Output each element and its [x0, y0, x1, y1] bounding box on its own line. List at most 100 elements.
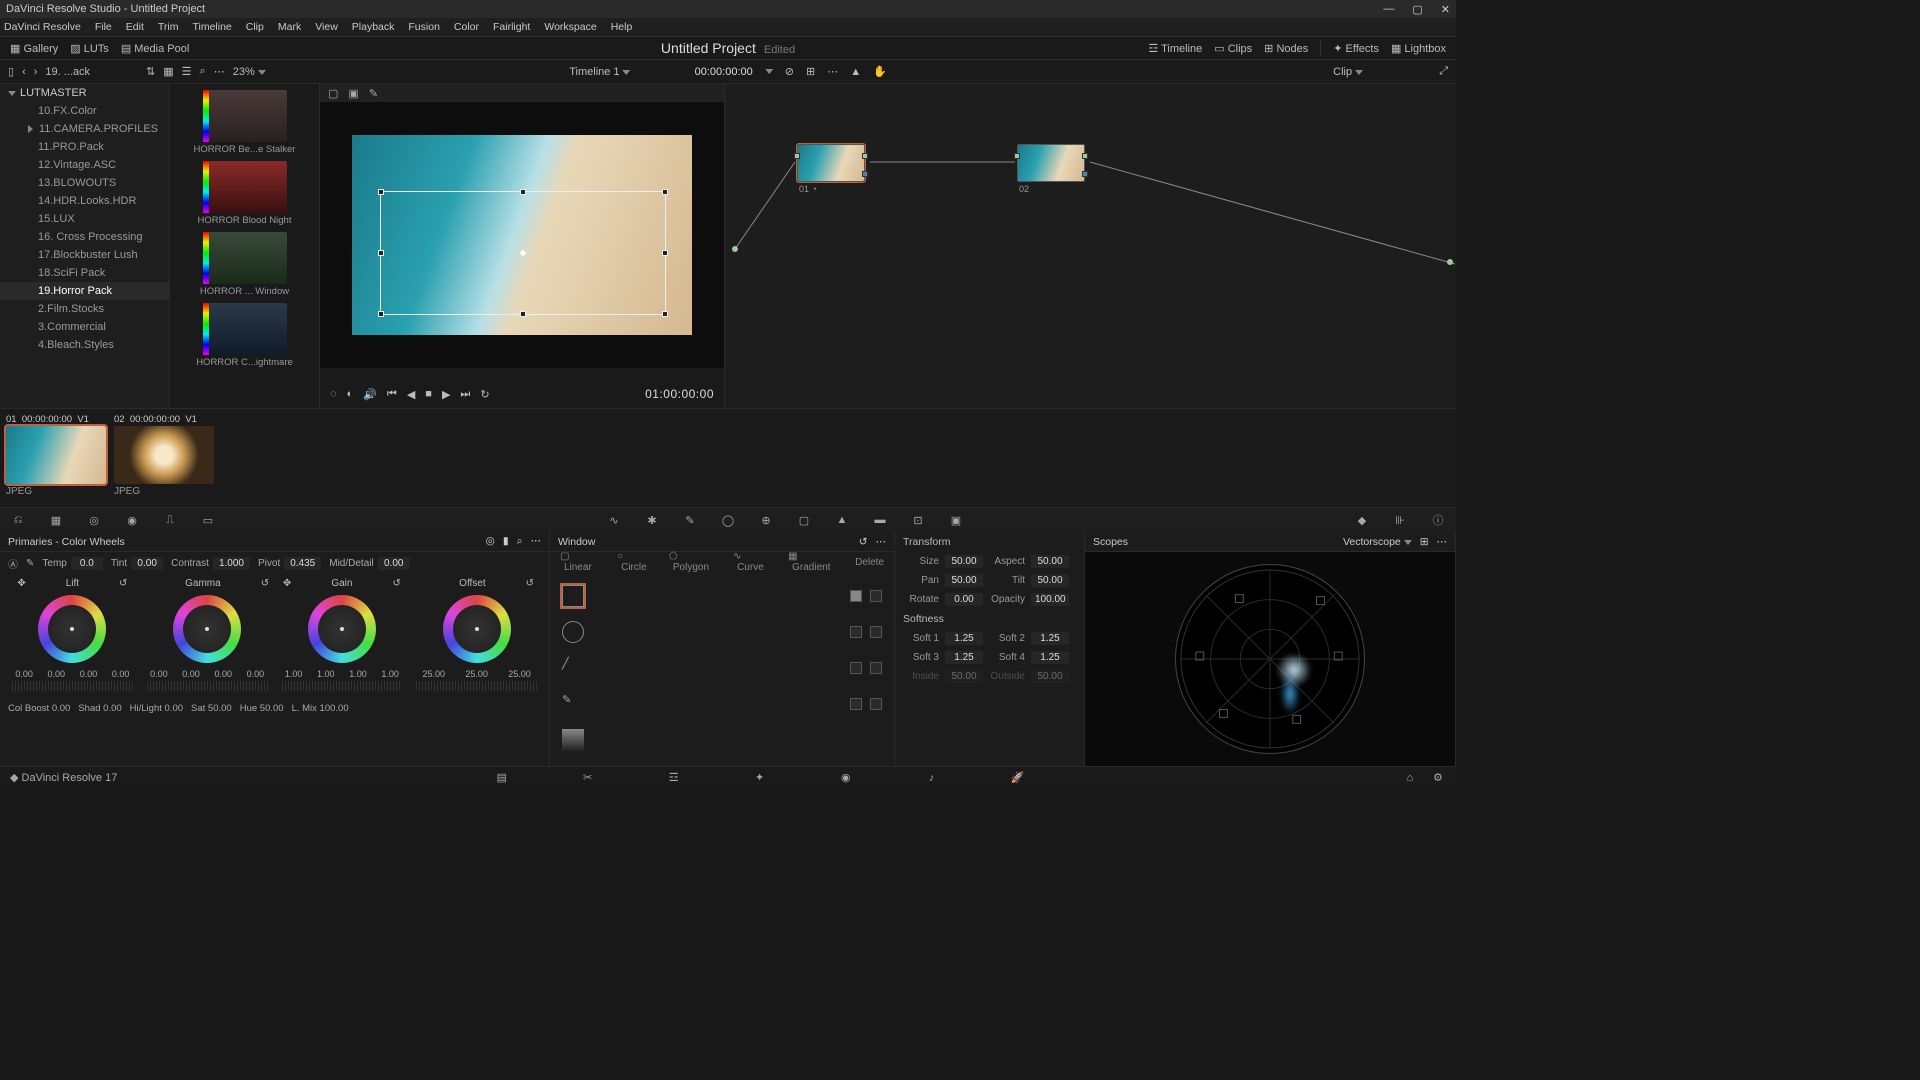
menu-item[interactable]: Color	[454, 21, 479, 33]
lut-folder[interactable]: 11.PRO.Pack	[0, 138, 169, 156]
soft3-field[interactable]: 1.25	[945, 651, 983, 664]
window-icon[interactable]: ◯	[720, 512, 736, 528]
window-row-circle[interactable]	[556, 614, 888, 650]
color-node[interactable]: 01 ◔	[797, 144, 865, 194]
mediapool-toggle[interactable]: ▤ Media Pool	[121, 42, 190, 55]
clip-thumbnail[interactable]: 02 00:00:00:00 V1 JPEG	[114, 413, 214, 503]
contrast-field[interactable]: 1.000	[213, 557, 250, 570]
aspect-field[interactable]: 50.00	[1031, 555, 1069, 568]
curves-icon[interactable]: ∿	[606, 512, 622, 528]
overlay2-icon[interactable]: ▣	[348, 87, 358, 100]
media-page-icon[interactable]: ▤	[494, 770, 510, 786]
camera-raw-icon[interactable]: ⎌	[10, 512, 26, 528]
middetail-field[interactable]: 0.00	[378, 557, 410, 570]
list-view-icon[interactable]: ☰	[182, 65, 192, 78]
scope-mode-selector[interactable]: Vectorscope	[1343, 536, 1412, 548]
offset-wheel[interactable]: Offset↺ 25.0025.0025.00	[412, 578, 541, 693]
prev-clip-icon[interactable]: ⏮	[387, 388, 397, 401]
unmute-icon[interactable]: ◐	[347, 388, 354, 400]
lut-folder[interactable]: 4.Bleach.Styles	[0, 336, 169, 354]
tab-delete[interactable]: Delete	[851, 555, 888, 570]
nav-fwd-icon[interactable]: ›	[34, 66, 38, 78]
reset-icon[interactable]: ↺	[859, 536, 868, 548]
lightbox-toggle[interactable]: ▦ Lightbox	[1391, 42, 1446, 55]
window-row-pen[interactable]: ✎	[556, 686, 888, 722]
lut-folder[interactable]: 12.Vintage.ASC	[0, 156, 169, 174]
more-icon[interactable]: ⋯	[214, 65, 225, 78]
colboost-field[interactable]: 0.00	[52, 703, 71, 714]
window-row-linear[interactable]	[556, 578, 888, 614]
more-viewer-icon[interactable]: ⋯	[827, 65, 838, 78]
lut-thumb[interactable]: HORROR ... Window	[176, 232, 313, 297]
lut-folder[interactable]: 13.BLOWOUTS	[0, 174, 169, 192]
fusion-page-icon[interactable]: ✦	[752, 770, 768, 786]
lut-folder[interactable]: 18.SciFi Pack	[0, 264, 169, 282]
motion-effects-icon[interactable]: ▭	[200, 512, 216, 528]
color-node[interactable]: 02	[1017, 144, 1085, 194]
lut-root[interactable]: LUTMASTER	[0, 84, 169, 102]
home-icon[interactable]: ⌂	[1402, 770, 1418, 786]
menu-item[interactable]: Fairlight	[493, 21, 530, 33]
keyframe-icon[interactable]: ◆	[1354, 512, 1370, 528]
power-window-mask[interactable]	[380, 191, 666, 315]
play-icon[interactable]: ▶	[442, 388, 450, 401]
tilt-field[interactable]: 50.00	[1031, 574, 1069, 587]
color-page-icon[interactable]: ◉	[838, 770, 854, 786]
fit-icon[interactable]: ⊞	[806, 65, 815, 78]
breadcrumb[interactable]: 19. ...ack	[45, 66, 90, 78]
stop-icon[interactable]: ■	[425, 388, 432, 400]
loop-icon[interactable]: ↻	[480, 388, 489, 401]
volume-icon[interactable]: 🔊	[363, 388, 377, 401]
timecode-in[interactable]: 00:00:00:00	[695, 66, 753, 78]
wheels-mode-icon[interactable]: ◎	[486, 535, 495, 548]
grid-view-icon[interactable]: ▦	[163, 65, 173, 78]
viewer-canvas[interactable]	[320, 102, 724, 368]
menu-item[interactable]: Trim	[158, 21, 179, 33]
lut-thumb[interactable]: HORROR Be...e Stalker	[176, 90, 313, 155]
lut-folder[interactable]: 10.FX.Color	[0, 102, 169, 120]
window-row-gradient[interactable]	[556, 722, 888, 758]
menu-item[interactable]: Help	[611, 21, 633, 33]
window-row-curve[interactable]: ╱	[556, 650, 888, 686]
sat-field[interactable]: 50.00	[208, 703, 232, 714]
log-mode-icon[interactable]: ⌕	[517, 535, 523, 548]
sizing-icon[interactable]: ⊡	[910, 512, 926, 528]
temp-field[interactable]: 0.0	[71, 557, 103, 570]
lut-folder[interactable]: 14.HDR.Looks.HDR	[0, 192, 169, 210]
luts-toggle[interactable]: ▨ LUTs	[70, 42, 109, 55]
lut-folder[interactable]: 11.CAMERA.PROFILES	[0, 120, 169, 138]
settings-icon[interactable]: ⚙	[1430, 770, 1446, 786]
color-checker-icon[interactable]: ▦	[48, 512, 64, 528]
scope-more-icon[interactable]: ⋯	[1437, 536, 1448, 548]
fairlight-page-icon[interactable]: ♪	[924, 770, 940, 786]
lut-thumb[interactable]: HORROR Blood Night	[176, 161, 313, 226]
lut-folder-selected[interactable]: 19.Horror Pack	[0, 282, 169, 300]
close-button[interactable]: ✕	[1441, 3, 1450, 16]
bars-mode-icon[interactable]: ▮	[503, 535, 509, 548]
magic-mask-icon[interactable]: ▢	[796, 512, 812, 528]
effects-toggle[interactable]: ✦ Effects	[1333, 42, 1379, 55]
lut-folder[interactable]: 16. Cross Processing	[0, 228, 169, 246]
cut-page-icon[interactable]: ✂	[580, 770, 596, 786]
scrub-bar[interactable]	[320, 368, 724, 380]
tracking-icon[interactable]: ⊕	[758, 512, 774, 528]
key-icon[interactable]: ▬	[872, 512, 888, 528]
more-icon[interactable]: ⋯	[876, 536, 887, 548]
pan-field[interactable]: 50.00	[945, 574, 983, 587]
timeline-toggle[interactable]: ☲ Timeline	[1148, 42, 1202, 55]
opacity-field[interactable]: 100.00	[1031, 593, 1069, 606]
lift-wheel[interactable]: ✥Lift↺ 0.000.000.000.00	[8, 578, 137, 693]
soft2-field[interactable]: 1.25	[1031, 632, 1069, 645]
timeline-selector[interactable]: Timeline 1	[569, 66, 630, 78]
rgb-mixer-icon[interactable]: ⎍	[162, 512, 178, 528]
menu-item[interactable]: Fusion	[408, 21, 440, 33]
3d-icon[interactable]: ▣	[948, 512, 964, 528]
hand-icon[interactable]: ✋	[873, 65, 887, 78]
overlay-icon[interactable]: ▢	[328, 87, 338, 100]
next-clip-icon[interactable]: ⏭	[460, 388, 470, 401]
gallery-toggle[interactable]: ▦ Gallery	[10, 42, 58, 55]
viewer-timecode[interactable]: 01:00:00:00	[645, 387, 714, 401]
expand-nodes-icon[interactable]: ⤢	[1439, 65, 1448, 78]
nodes-toggle[interactable]: ⊞ Nodes	[1264, 42, 1308, 55]
menu-item[interactable]: Mark	[278, 21, 301, 33]
